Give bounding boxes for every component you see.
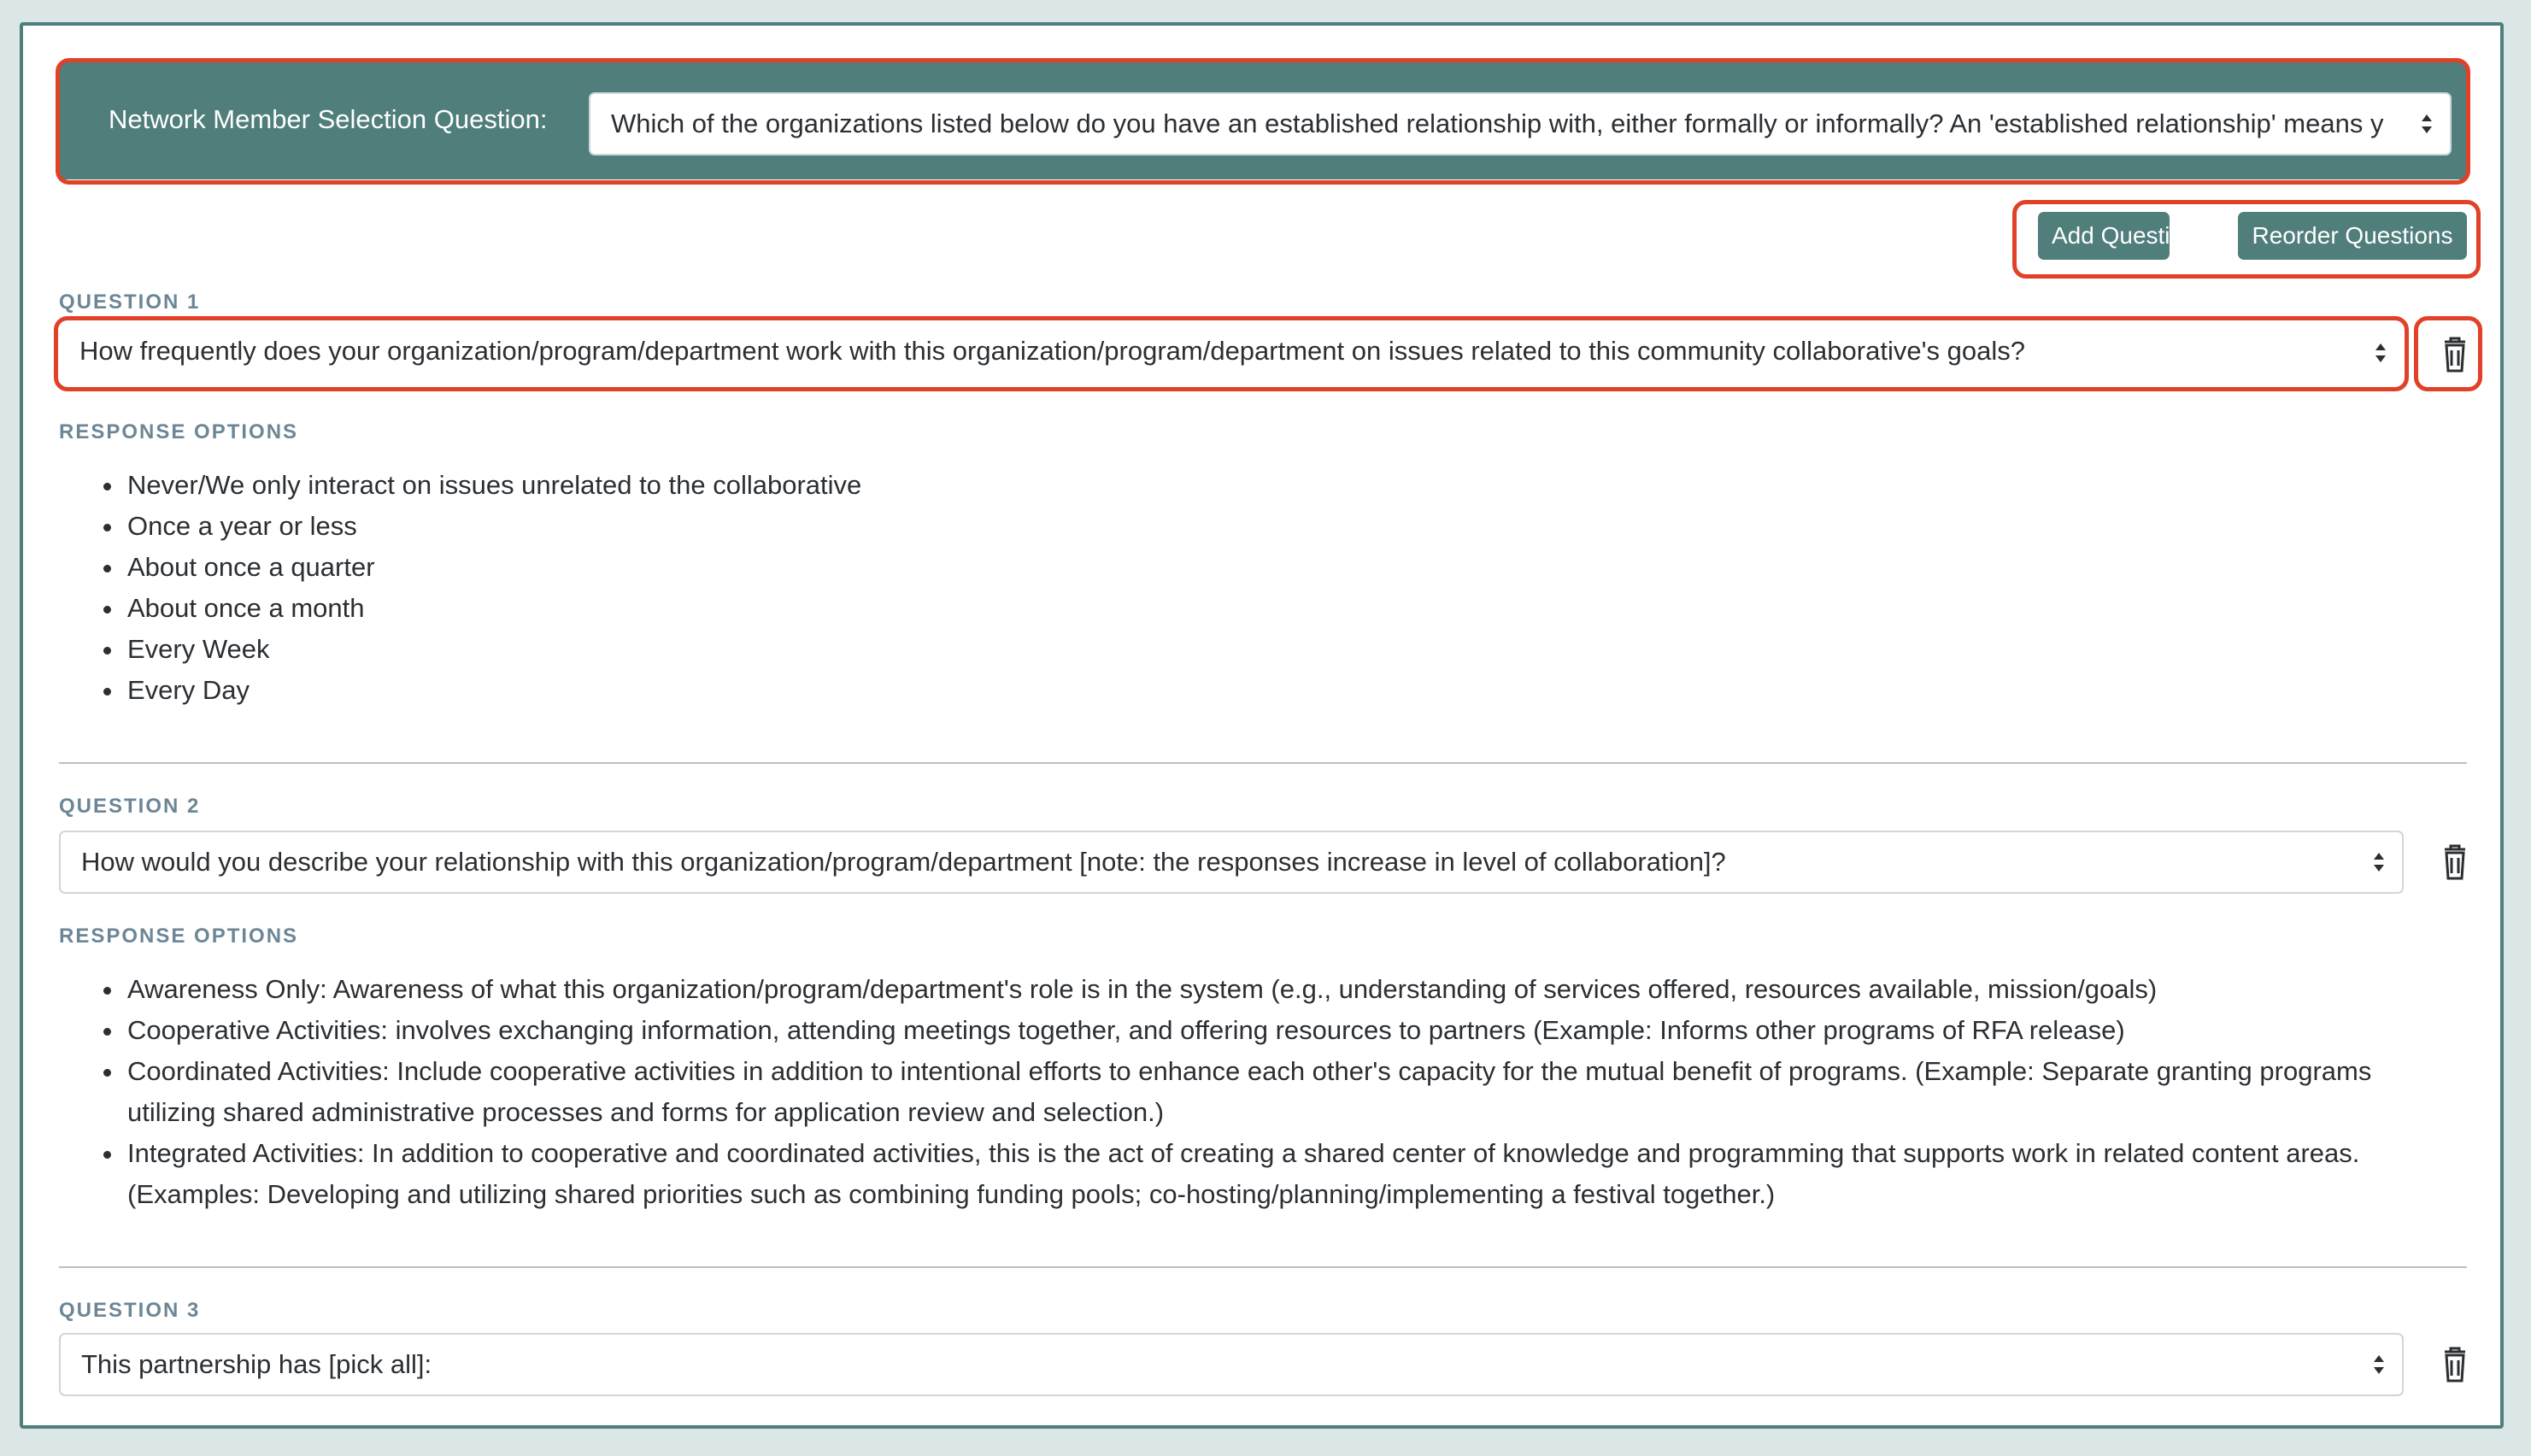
divider [59,1266,2467,1268]
select-caret-icon [2373,1353,2385,1376]
select-caret-icon [2373,851,2385,873]
list-item: Once a year or less [59,506,2469,547]
question-1-options-list: Never/We only interact on issues unrelat… [59,465,2469,711]
survey-question-editor: Network Member Selection Question: Which… [20,22,2504,1429]
highlight-toolbar [2012,200,2481,279]
list-item: Every Week [59,629,2469,670]
list-item: Cooperative Activities: involves exchang… [59,1010,2452,1051]
question-2-options-list: Awareness Only: Awareness of what this o… [59,969,2452,1215]
list-item: About once a quarter [59,547,2469,588]
question-1-label: QUESTION 1 [59,291,201,314]
question-2-select-value: How would you describe your relationship… [81,847,1726,877]
highlight-question-1 [54,316,2409,391]
question-1-options-label: RESPONSE OPTIONS [59,420,299,443]
list-item: Coordinated Activities: Include cooperat… [59,1051,2452,1133]
question-2-options-label: RESPONSE OPTIONS [59,925,299,948]
delete-question-2-trash-icon[interactable] [2438,842,2472,882]
list-item: About once a month [59,588,2469,629]
list-item: Integrated Activities: In addition to co… [59,1133,2452,1215]
question-3-select-value: This partnership has [pick all]: [81,1349,432,1379]
question-3-select[interactable]: This partnership has [pick all]: [59,1333,2404,1396]
question-2-select[interactable]: How would you describe your relationship… [59,831,2404,894]
delete-question-3-trash-icon[interactable] [2438,1345,2472,1384]
list-item: Every Day [59,670,2469,711]
divider [59,762,2467,764]
highlight-network-member [56,58,2470,185]
question-2-label: QUESTION 2 [59,795,201,818]
list-item: Never/We only interact on issues unrelat… [59,465,2469,506]
question-3-label: QUESTION 3 [59,1299,201,1322]
highlight-delete-question-1 [2414,316,2482,391]
list-item: Awareness Only: Awareness of what this o… [59,969,2452,1010]
